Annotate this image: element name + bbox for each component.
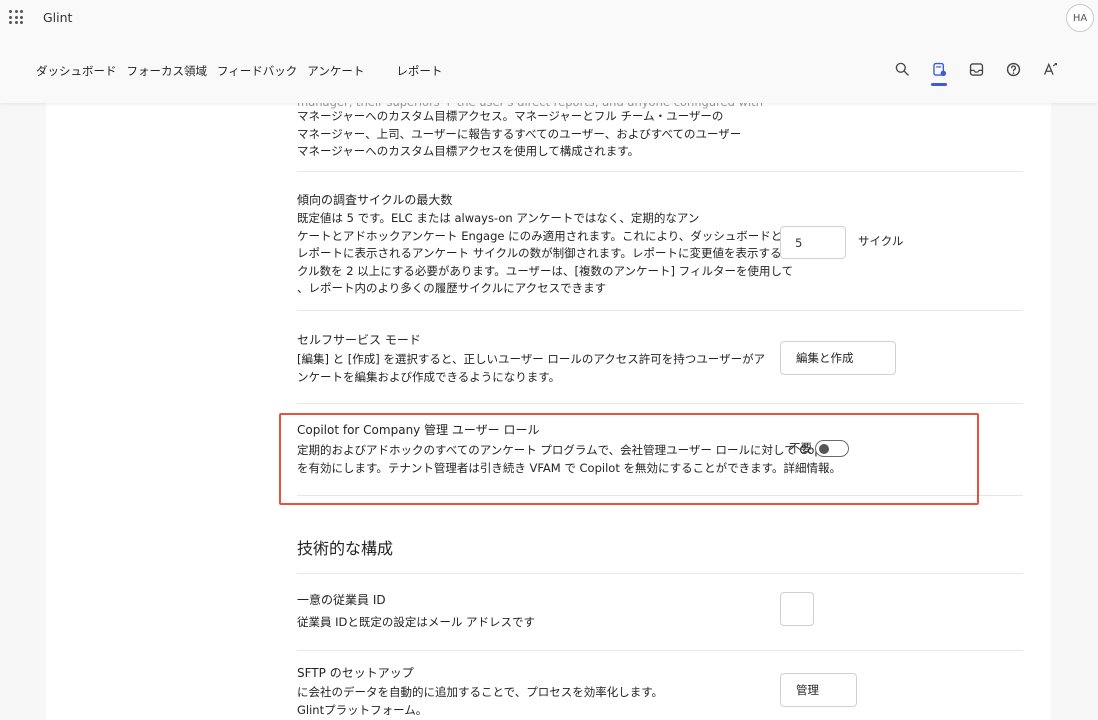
search-icon[interactable] bbox=[892, 59, 912, 79]
sftp-section: SFTP のセットアップ に会社のデータを自動的に追加することで、プロセスを効率… bbox=[297, 664, 1023, 719]
nav-surveys[interactable]: アンケート bbox=[307, 64, 364, 78]
access-line-3: マネージャーへのカスタム目標アクセスを使用して構成されます。 bbox=[297, 144, 640, 158]
sftp-line-2: Glintプラットフォーム。 bbox=[297, 702, 428, 717]
divider bbox=[297, 650, 1023, 651]
nav-feedback[interactable]: フィードバック bbox=[217, 64, 297, 78]
help-icon[interactable] bbox=[1003, 59, 1023, 79]
sftp-line-1: に会社のデータを自動的に追加することで、プロセスを効率化します。 bbox=[297, 685, 664, 699]
accessibility-icon[interactable] bbox=[1040, 59, 1060, 79]
divider bbox=[297, 171, 1023, 172]
sftp-manage-button[interactable]: 管理 bbox=[780, 673, 857, 707]
nav-dashboard[interactable]: ダッシュボード bbox=[36, 64, 117, 78]
settings-panel: manager, their superiors + the user's di… bbox=[271, 103, 1051, 720]
access-section: manager, their superiors + the user's di… bbox=[297, 103, 1023, 161]
sftp-title: SFTP のセットアップ bbox=[297, 666, 414, 680]
technical-config-heading: 技術的な構成 bbox=[297, 539, 394, 558]
divider bbox=[297, 403, 1023, 404]
employee-id-section: 一意の従業員 ID 従業員 IDと既定の設定はメール アドレスです bbox=[297, 591, 1023, 632]
app-name: Glint bbox=[43, 10, 73, 25]
trend-cycles-input[interactable]: 5 bbox=[780, 226, 846, 259]
side-panel bbox=[46, 103, 271, 720]
top-bar: Glint HA ダッシュボード フォーカス領域 フィードバック アンケート レポート bbox=[0, 0, 1098, 103]
trend-cycles-title: 傾向の調査サイクルの最大数 bbox=[297, 193, 453, 207]
waffle-icon[interactable] bbox=[9, 10, 23, 24]
access-line-2: マネージャー、上司、ユーザーに報告するすべてのユーザー、およびすべてのユーザー bbox=[297, 126, 742, 141]
self-service-line-1: [編集] と [作成] を選択すると、正しいユーザー ロールのアクセス許可を持つ… bbox=[297, 352, 766, 366]
trend-cycles-unit: サイクル bbox=[858, 234, 904, 248]
employee-id-field[interactable] bbox=[780, 592, 814, 626]
trend-cycles-line-3: レポートに表示されるアンケート サイクルの数が制御されます。レポートに変更値を表… bbox=[297, 246, 839, 260]
trend-cycles-section: 傾向の調査サイクルの最大数 既定値は 5 です。ELC または always-o… bbox=[297, 191, 1023, 298]
trend-cycles-line-4: クル数を 2 以上にする必要があります。ユーザーは、[複数のアンケート] フィル… bbox=[297, 263, 794, 278]
access-faded-line: manager, their superiors + the user's di… bbox=[297, 103, 763, 112]
divider bbox=[297, 310, 1023, 311]
nav-reports[interactable]: レポート bbox=[396, 64, 442, 78]
self-service-section: セルフサービス モード [編集] と [作成] を選択すると、正しいユーザー ロ… bbox=[297, 331, 1023, 386]
divider bbox=[297, 573, 1023, 574]
main-nav: ダッシュボード フォーカス領域 フィードバック アンケート レポート bbox=[36, 63, 452, 79]
trend-cycles-line-5: 、レポート内のより多くの履歴サイクルにアクセスできます bbox=[297, 281, 607, 295]
trend-cycles-line-1: 既定値は 5 です。ELC または always-on アンケートではなく、定期… bbox=[297, 211, 700, 225]
avatar[interactable]: HA bbox=[1066, 4, 1094, 32]
toolbar bbox=[892, 59, 1077, 86]
employee-id-title: 一意の従業員 ID bbox=[297, 593, 386, 607]
nav-focus-areas[interactable]: フォーカス領域 bbox=[127, 64, 208, 78]
inbox-icon[interactable] bbox=[966, 59, 986, 79]
employee-id-line: 従業員 IDと既定の設定はメール アドレスです bbox=[297, 615, 536, 629]
self-service-line-2: ンケートを編集および作成できるようになります。 bbox=[297, 369, 561, 384]
survey-settings-icon[interactable] bbox=[929, 59, 949, 86]
self-service-title: セルフサービス モード bbox=[297, 333, 421, 347]
copilot-highlight-box bbox=[279, 413, 979, 505]
self-service-mode-button[interactable]: 編集と作成 bbox=[780, 341, 896, 375]
trend-cycles-line-2: ケートとアドホックアンケート Engage にのみ適用されます。これにより、ダッ… bbox=[297, 228, 783, 243]
